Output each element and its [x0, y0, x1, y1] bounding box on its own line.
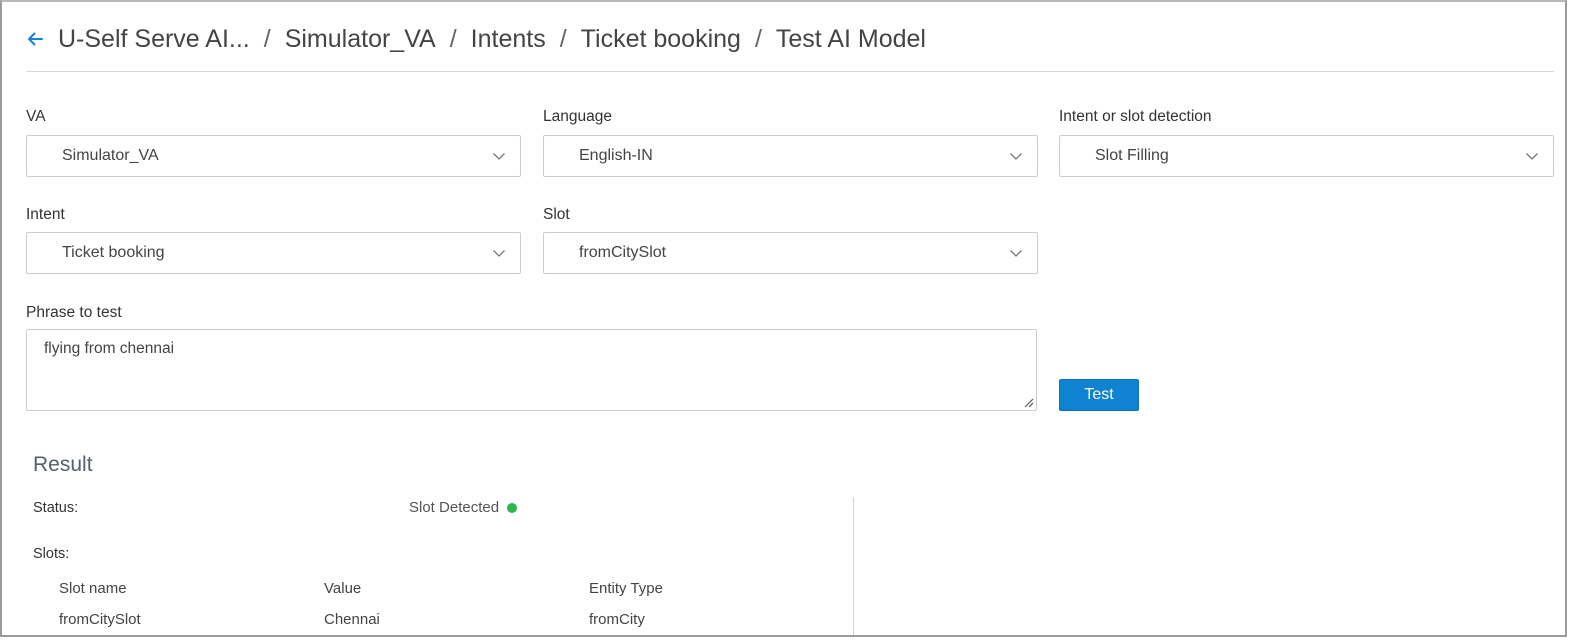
- result-divider: [853, 497, 854, 635]
- status-label: Status:: [33, 500, 79, 516]
- result-heading: Result: [33, 453, 93, 476]
- header-divider: [26, 71, 1554, 72]
- column-header-value: Value: [324, 580, 362, 597]
- chevron-down-icon: [493, 153, 505, 160]
- detection-select-value: Slot Filling: [1095, 147, 1169, 164]
- chevron-down-icon: [1526, 153, 1538, 160]
- language-select-value: English-IN: [579, 147, 653, 164]
- app-window: U-Self Serve AI... / Simulator_VA / Inte…: [0, 0, 1567, 637]
- chevron-down-icon: [1010, 250, 1022, 257]
- chevron-down-icon: [1010, 153, 1022, 160]
- intent-select-value: Ticket booking: [62, 244, 165, 261]
- intent-label: Intent: [26, 206, 65, 223]
- status-badge: Slot Detected: [409, 499, 518, 516]
- status-dot-icon: [507, 502, 518, 513]
- va-select-value: Simulator_VA: [62, 147, 159, 164]
- language-label: Language: [543, 108, 612, 125]
- column-header-entity-type: Entity Type: [589, 580, 663, 597]
- table-cell-slot-name: fromCitySlot: [59, 611, 141, 628]
- breadcrumb: U-Self Serve AI... / Simulator_VA / Inte…: [24, 24, 926, 54]
- chevron-down-icon: [493, 250, 505, 257]
- arrow-left-icon[interactable]: [24, 28, 46, 50]
- breadcrumb-item-project[interactable]: U-Self Serve AI...: [58, 25, 250, 54]
- resize-handle-icon[interactable]: [1022, 396, 1034, 408]
- status-value: Slot Detected: [409, 499, 500, 516]
- slot-select[interactable]: fromCitySlot: [543, 232, 1038, 274]
- slots-label: Slots:: [33, 546, 70, 562]
- slot-select-value: fromCitySlot: [579, 244, 667, 261]
- intent-select[interactable]: Ticket booking: [26, 232, 521, 274]
- breadcrumb-item-va[interactable]: Simulator_VA: [285, 25, 436, 54]
- breadcrumb-separator: /: [263, 24, 271, 53]
- breadcrumb-item-intent[interactable]: Ticket booking: [581, 25, 741, 54]
- test-button[interactable]: Test: [1059, 379, 1139, 411]
- va-select[interactable]: Simulator_VA: [26, 135, 521, 177]
- detection-label: Intent or slot detection: [1059, 108, 1212, 125]
- detection-select[interactable]: Slot Filling: [1059, 135, 1554, 177]
- language-select[interactable]: English-IN: [543, 135, 1038, 177]
- slot-label: Slot: [543, 206, 570, 223]
- phrase-textarea[interactable]: flying from chennai: [26, 329, 1037, 411]
- phrase-textarea-value: flying from chennai: [44, 340, 175, 357]
- column-header-slot-name: Slot name: [59, 580, 127, 597]
- va-label: VA: [26, 108, 46, 125]
- breadcrumb-item-intents[interactable]: Intents: [471, 25, 546, 54]
- phrase-label: Phrase to test: [26, 304, 122, 321]
- page-title: Test AI Model: [775, 24, 926, 53]
- table-cell-entity-type: fromCity: [589, 611, 645, 628]
- table-cell-value: Chennai: [324, 611, 380, 628]
- breadcrumb-separator: /: [559, 24, 567, 53]
- breadcrumb-separator: /: [754, 24, 762, 53]
- breadcrumb-separator: /: [449, 24, 457, 53]
